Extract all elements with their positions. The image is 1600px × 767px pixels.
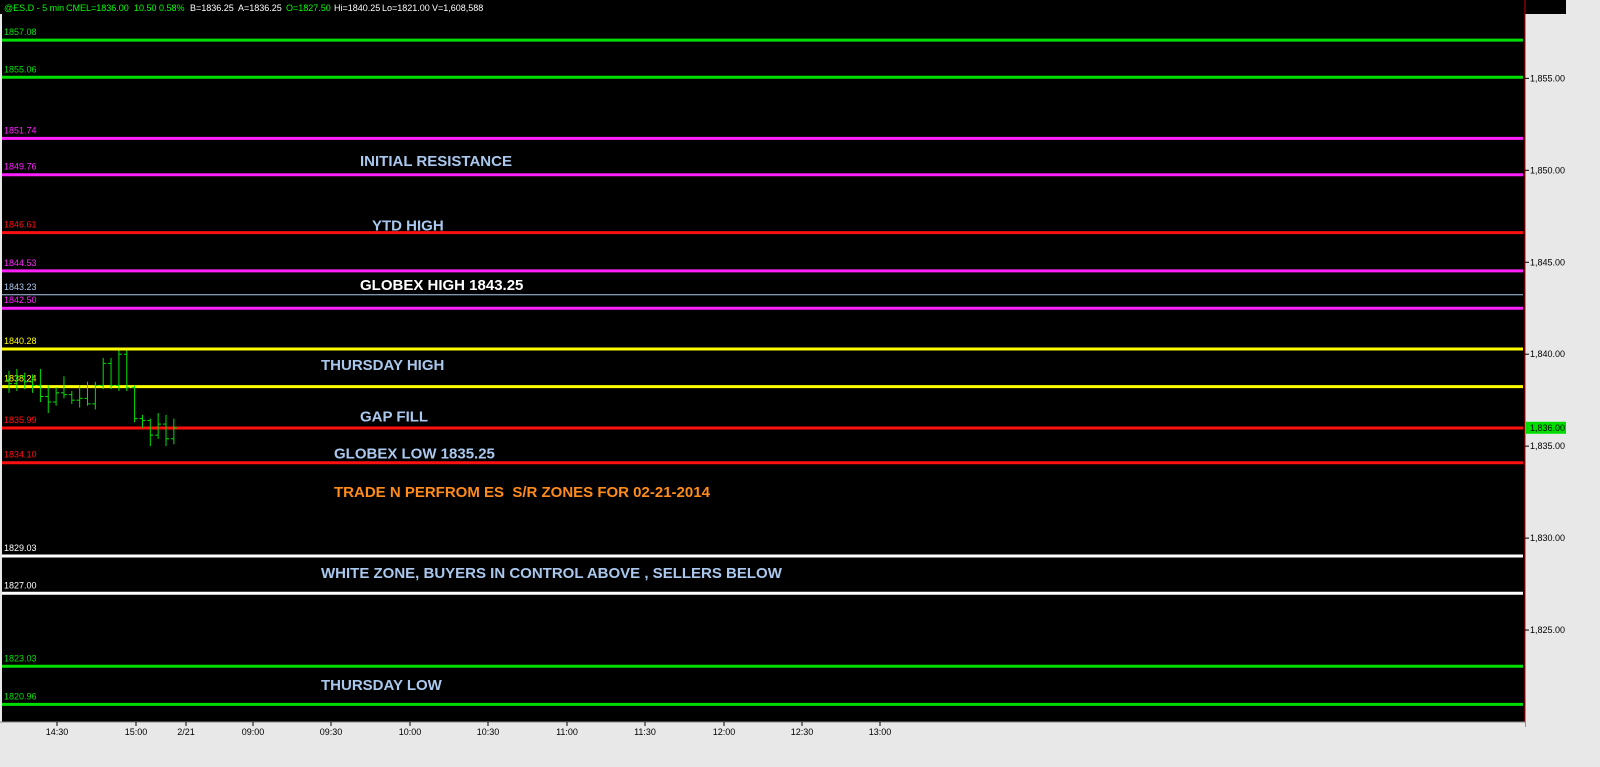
x-tick-label: 15:00 [125,727,148,737]
price-chart[interactable]: @ES.D - 5 min CME L=1836.00 10.50 0.58% B=183… [0,0,1600,767]
annotation: THURSDAY HIGH [321,357,444,374]
header-change: 10.50 [134,3,157,13]
header-change-pct: 0.58% [159,3,185,13]
annotation: YTD HIGH [372,217,444,234]
header-volume: V=1,608,588 [432,3,483,13]
annotation: INITIAL RESISTANCE [360,153,512,170]
level-label: 1827.00 [4,580,37,590]
level-label: 1846.61 [4,220,37,230]
level-label: 1855.06 [4,64,37,74]
header-bar [0,0,1566,14]
x-tick-label: 14:30 [46,727,69,737]
annotation: TRADE N PERFROM ES S/R ZONES FOR 02-21-2… [334,484,711,501]
y-tick-label: 1,835.00 [1530,441,1565,451]
y-tick-label: 1,845.00 [1530,257,1565,267]
header-symbol: @ES.D - 5 min [4,3,64,13]
level-label: 1823.03 [4,653,37,663]
level-label: 1851.74 [4,125,37,135]
header-high: Hi=1840.25 [334,3,380,13]
y-tick-label: 1,855.00 [1530,73,1565,83]
level-label: 1842.50 [4,295,37,305]
x-tick-label: 2/21 [177,727,195,737]
level-label: 1820.96 [4,691,37,701]
x-tick-label: 10:00 [399,727,422,737]
x-tick-label: 11:30 [634,727,656,737]
header-last: L=1836.00 [86,3,129,13]
x-tick-label: 13:00 [869,727,892,737]
price-axis [1525,14,1566,722]
chart-window: @ES.D - 5 min CME L=1836.00 10.50 0.58% B=183… [0,0,1600,767]
y-tick-label: 1,850.00 [1530,165,1565,175]
annotation: WHITE ZONE, BUYERS IN CONTROL ABOVE , SE… [321,565,783,582]
level-label: 1849.76 [4,162,37,172]
y-tick-label: 1,830.00 [1530,533,1565,543]
time-axis [0,722,1525,740]
annotation: GLOBEX LOW 1835.25 [334,446,495,463]
last-price-label: 1,836.00 [1530,423,1565,433]
header-exchange: CME [66,3,86,13]
level-label: 1829.03 [4,543,37,553]
x-tick-label: 11:00 [556,727,578,737]
annotation: GAP FILL [360,409,428,426]
level-label: 1840.28 [4,336,37,346]
header-low: Lo=1821.00 [382,3,430,13]
level-label: 1835.99 [4,415,37,425]
header-bid: B=1836.25 [190,3,234,13]
level-label: 1834.10 [4,450,37,460]
level-label: 1843.23 [4,282,37,292]
header-ask: A=1836.25 [238,3,282,13]
annotation: GLOBEX HIGH 1843.25 [360,277,523,294]
level-label: 1857.08 [4,27,37,37]
x-tick-label: 12:00 [713,727,736,737]
y-tick-label: 1,825.00 [1530,625,1565,635]
x-tick-label: 09:00 [242,727,265,737]
level-label: 1844.53 [4,258,37,268]
plot-area [2,0,1525,722]
x-tick-label: 12:30 [791,727,814,737]
x-tick-label: 10:30 [477,727,500,737]
y-tick-label: 1,840.00 [1530,349,1565,359]
annotation: THURSDAY LOW [321,677,443,694]
header-open: O=1827.50 [286,3,331,13]
x-tick-label: 09:30 [320,727,343,737]
